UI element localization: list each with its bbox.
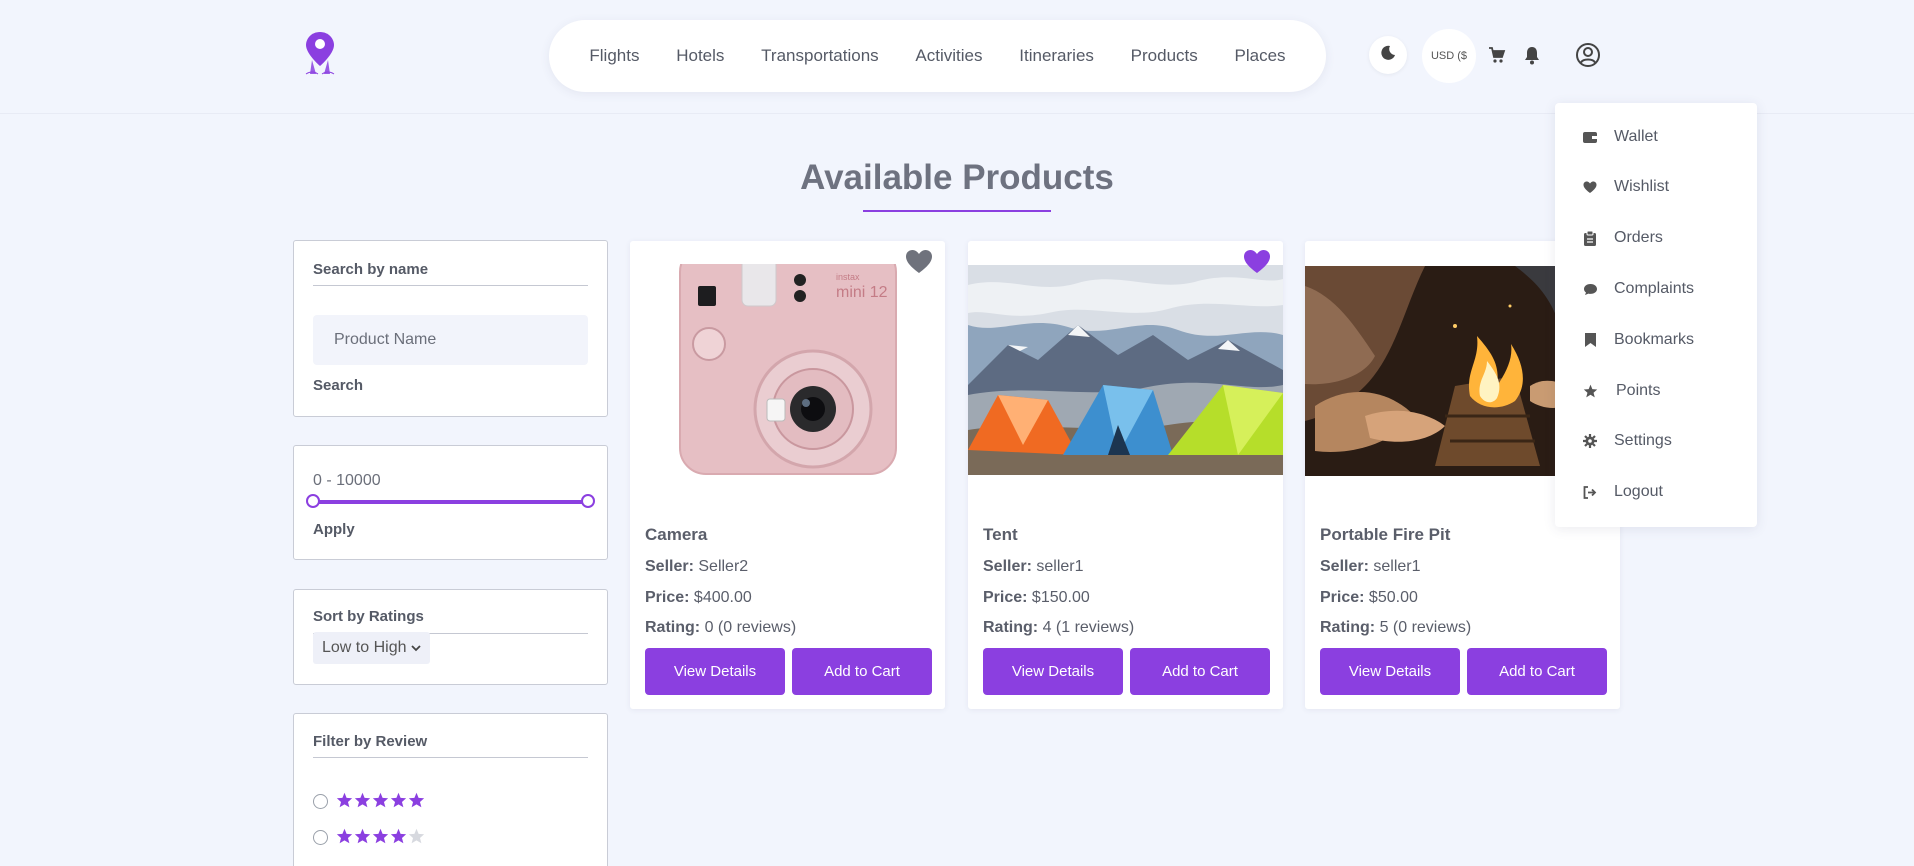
product-rating: Rating: 0 (0 reviews) bbox=[645, 619, 797, 636]
product-card: instax mini 12 Camera Seller: Seller2 Pr… bbox=[630, 241, 945, 709]
nav-itineraries[interactable]: Itineraries bbox=[1019, 46, 1094, 66]
search-button[interactable]: Search bbox=[313, 377, 363, 394]
view-details-button[interactable]: View Details bbox=[1320, 648, 1460, 695]
bell-icon[interactable] bbox=[1521, 44, 1543, 66]
chat-icon bbox=[1582, 281, 1598, 297]
gear-icon bbox=[1582, 433, 1598, 449]
sort-panel: Sort by Ratings Low to High bbox=[293, 589, 608, 685]
nav-activities[interactable]: Activities bbox=[915, 46, 982, 66]
wishlist-heart-icon[interactable] bbox=[905, 249, 933, 275]
nav-products[interactable]: Products bbox=[1131, 46, 1198, 66]
menu-item-points[interactable]: Points bbox=[1582, 379, 1660, 403]
wishlist-heart-icon[interactable] bbox=[1243, 249, 1271, 275]
product-card: Tent Seller: seller1 Price: $150.00 Rati… bbox=[968, 241, 1283, 709]
sort-label: Sort by Ratings bbox=[313, 608, 424, 625]
clipboard-icon bbox=[1582, 230, 1598, 246]
review-label: Filter by Review bbox=[313, 733, 428, 750]
price-slider-max-handle[interactable] bbox=[581, 494, 595, 508]
view-details-button[interactable]: View Details bbox=[645, 648, 785, 695]
product-seller: Seller: Seller2 bbox=[645, 558, 749, 575]
star-icon bbox=[390, 792, 407, 808]
product-image-camera[interactable]: instax mini 12 bbox=[630, 264, 945, 476]
star-icon bbox=[336, 828, 353, 844]
user-circle-icon[interactable] bbox=[1575, 42, 1601, 68]
bookmark-icon bbox=[1582, 332, 1598, 348]
search-label: Search by name bbox=[313, 261, 429, 278]
main-nav: Flights Hotels Transportations Activitie… bbox=[549, 20, 1326, 92]
review-5-stars bbox=[336, 792, 425, 808]
product-rating: Rating: 4 (1 reviews) bbox=[983, 619, 1135, 636]
logout-icon bbox=[1582, 484, 1598, 500]
price-panel: 0 - 10000 Apply bbox=[293, 445, 608, 560]
add-to-cart-button[interactable]: Add to Cart bbox=[1130, 648, 1270, 695]
currency-selector[interactable]: USD ($ bbox=[1422, 29, 1476, 83]
apply-button[interactable]: Apply bbox=[313, 521, 355, 538]
nav-hotels[interactable]: Hotels bbox=[676, 46, 724, 66]
moon-icon bbox=[1380, 45, 1396, 66]
sort-select[interactable]: Low to High bbox=[313, 632, 430, 664]
product-name: Camera bbox=[645, 525, 708, 544]
add-to-cart-button[interactable]: Add to Cart bbox=[1467, 648, 1607, 695]
divider bbox=[313, 757, 588, 758]
menu-item-bookmarks[interactable]: Bookmarks bbox=[1582, 328, 1694, 352]
svg-text:instax: instax bbox=[836, 272, 860, 282]
price-slider-track[interactable] bbox=[313, 500, 588, 504]
product-price: Price: $400.00 bbox=[645, 589, 752, 606]
star-icon bbox=[408, 792, 425, 808]
star-icon bbox=[390, 828, 407, 844]
divider bbox=[313, 285, 588, 286]
menu-item-settings[interactable]: Settings bbox=[1582, 429, 1672, 453]
star-icon bbox=[354, 828, 371, 844]
review-5-radio[interactable] bbox=[313, 794, 328, 809]
review-4-radio[interactable] bbox=[313, 830, 328, 845]
star-icon bbox=[336, 792, 353, 808]
star-icon bbox=[408, 828, 425, 844]
svg-text:mini 12: mini 12 bbox=[836, 284, 888, 301]
title-underline bbox=[863, 210, 1051, 212]
menu-item-wishlist[interactable]: Wishlist bbox=[1582, 175, 1669, 199]
product-price: Price: $50.00 bbox=[1320, 589, 1418, 606]
nav-transportations[interactable]: Transportations bbox=[761, 46, 878, 66]
star-icon bbox=[372, 828, 389, 844]
chevron-down-icon bbox=[410, 641, 422, 659]
nav-places[interactable]: Places bbox=[1235, 46, 1286, 66]
product-seller: Seller: seller1 bbox=[1320, 558, 1421, 575]
product-name: Tent bbox=[983, 525, 1018, 544]
search-panel: Search by name Search bbox=[293, 240, 608, 417]
menu-item-orders[interactable]: Orders bbox=[1582, 226, 1663, 250]
star-icon bbox=[1582, 383, 1598, 399]
product-rating: Rating: 5 (0 reviews) bbox=[1320, 619, 1472, 636]
sort-select-value: Low to High bbox=[322, 639, 407, 656]
user-dropdown-menu: Wallet Wishlist Orders Complaints Bookma… bbox=[1555, 103, 1757, 527]
menu-item-complaints[interactable]: Complaints bbox=[1582, 277, 1694, 301]
add-to-cart-button[interactable]: Add to Cart bbox=[792, 648, 932, 695]
product-image-tent[interactable] bbox=[968, 265, 1283, 475]
star-icon bbox=[372, 792, 389, 808]
star-icon bbox=[354, 792, 371, 808]
product-price: Price: $150.00 bbox=[983, 589, 1090, 606]
heart-icon bbox=[1582, 179, 1598, 195]
menu-item-logout[interactable]: Logout bbox=[1582, 480, 1663, 504]
review-panel: Filter by Review bbox=[293, 713, 608, 866]
nav-flights[interactable]: Flights bbox=[589, 46, 639, 66]
price-range-text: 0 - 10000 bbox=[313, 472, 381, 489]
logo-location-pin-icon[interactable] bbox=[302, 30, 338, 78]
theme-toggle-button[interactable] bbox=[1369, 36, 1407, 74]
search-input[interactable] bbox=[313, 315, 588, 365]
wallet-icon bbox=[1582, 129, 1598, 145]
price-slider-min-handle[interactable] bbox=[306, 494, 320, 508]
review-4-stars bbox=[336, 828, 425, 844]
cart-icon[interactable] bbox=[1486, 44, 1508, 66]
product-name: Portable Fire Pit bbox=[1320, 525, 1451, 544]
product-seller: Seller: seller1 bbox=[983, 558, 1084, 575]
menu-item-wallet[interactable]: Wallet bbox=[1582, 125, 1658, 149]
view-details-button[interactable]: View Details bbox=[983, 648, 1123, 695]
site-header: Flights Hotels Transportations Activitie… bbox=[0, 0, 1914, 114]
